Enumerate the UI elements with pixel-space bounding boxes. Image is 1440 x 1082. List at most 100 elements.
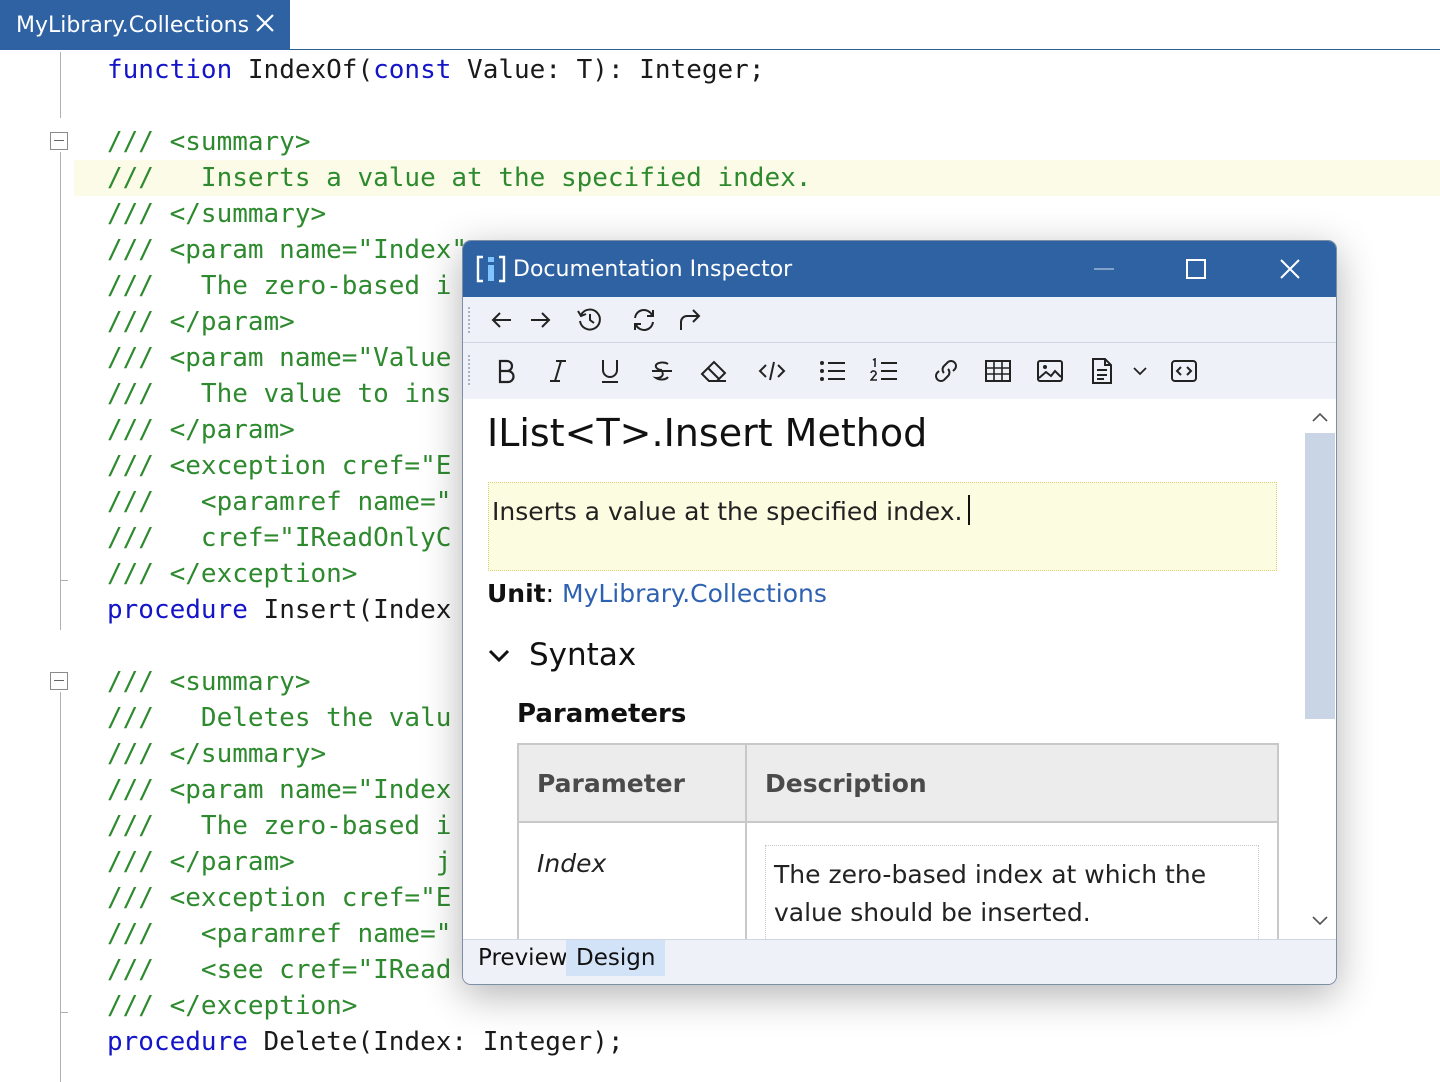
code-button[interactable] bbox=[755, 354, 789, 388]
code-token: IndexOf( bbox=[232, 55, 374, 85]
strikethrough-icon bbox=[652, 361, 672, 381]
comment-line: /// </exception> bbox=[107, 991, 358, 1021]
editor-tab[interactable]: MyLibrary.Collections bbox=[0, 0, 290, 50]
table-row: Index The zero-based index at which the … bbox=[517, 821, 1279, 939]
scroll-up-icon[interactable] bbox=[1311, 409, 1329, 427]
code-line: procedure Delete(Index: Integer); bbox=[107, 1024, 811, 1060]
image-icon bbox=[1037, 360, 1063, 382]
param-description[interactable]: The zero-based index at which the value … bbox=[765, 845, 1259, 939]
minimize-icon bbox=[1094, 268, 1114, 270]
keyword: procedure bbox=[107, 595, 248, 625]
documentation-inspector-window: Documentation Inspector IList<T>.Insert … bbox=[462, 240, 1337, 985]
refresh-icon bbox=[634, 309, 654, 331]
navigation-toolbar bbox=[463, 297, 1336, 343]
table-button[interactable] bbox=[981, 354, 1015, 388]
comment-line: /// </summary> bbox=[107, 199, 327, 229]
source-code-button[interactable] bbox=[1167, 354, 1201, 388]
history-icon bbox=[577, 308, 601, 331]
keyword: function bbox=[107, 55, 233, 85]
forward-button[interactable] bbox=[523, 303, 557, 337]
italic-icon bbox=[550, 360, 566, 382]
text-caret bbox=[968, 495, 971, 525]
link-button[interactable] bbox=[929, 354, 963, 388]
scrollbar-thumb[interactable] bbox=[1305, 433, 1335, 719]
document-button[interactable] bbox=[1085, 354, 1119, 388]
fold-toggle-icon[interactable] bbox=[50, 132, 68, 150]
toolbar-grip[interactable] bbox=[468, 307, 472, 333]
fold-guide bbox=[60, 692, 61, 1082]
bullet-list-button[interactable] bbox=[815, 354, 849, 388]
source-code-icon bbox=[1171, 360, 1197, 382]
close-button[interactable] bbox=[1244, 241, 1336, 297]
summary-editor[interactable]: Inserts a value at the specified index. bbox=[488, 482, 1277, 571]
redo-icon bbox=[680, 309, 701, 330]
inspector-app-icon bbox=[476, 255, 506, 283]
tab-design[interactable]: Design bbox=[566, 940, 666, 976]
syntax-heading: Syntax bbox=[529, 637, 637, 673]
unit-separator: : bbox=[545, 579, 555, 608]
chevron-down-icon bbox=[488, 649, 510, 663]
maximize-button[interactable] bbox=[1150, 241, 1242, 297]
document-content[interactable]: IList<T>.Insert Method Inserts a value a… bbox=[463, 399, 1303, 939]
fold-toggle-icon[interactable] bbox=[50, 672, 68, 690]
code-token: Delete(Index: Integer); bbox=[247, 1027, 624, 1057]
formatting-toolbar bbox=[463, 343, 1336, 399]
code-token: Value: T): Integer; bbox=[451, 55, 765, 85]
fold-end-marker bbox=[60, 580, 68, 581]
table-header-description: Description bbox=[745, 743, 1279, 823]
comment-line: /// Inserts a value at the specified ind… bbox=[107, 163, 812, 193]
parameters-table: Parameter Description Index The zero-bas… bbox=[517, 743, 1279, 939]
minimize-button[interactable] bbox=[1058, 241, 1150, 297]
param-name: Index bbox=[517, 821, 747, 939]
fold-end-marker bbox=[60, 1012, 68, 1013]
code-token: Insert(Index bbox=[247, 595, 452, 625]
redo-button[interactable] bbox=[673, 303, 707, 337]
numbered-list-button[interactable] bbox=[867, 354, 901, 388]
maximize-icon bbox=[1186, 259, 1206, 279]
refresh-button[interactable] bbox=[627, 303, 661, 337]
fold-guide bbox=[60, 52, 61, 118]
close-tab-icon[interactable] bbox=[254, 12, 276, 34]
keyword: procedure bbox=[107, 1027, 248, 1057]
toolbar-grip[interactable] bbox=[468, 355, 472, 385]
document-icon bbox=[1092, 358, 1112, 384]
close-icon bbox=[1280, 259, 1300, 279]
scroll-down-icon[interactable] bbox=[1311, 911, 1329, 929]
forward-arrow-icon bbox=[531, 312, 551, 328]
bullet-list-icon bbox=[820, 361, 845, 381]
italic-button[interactable] bbox=[541, 354, 575, 388]
strikethrough-button[interactable] bbox=[645, 354, 679, 388]
keyword: const bbox=[373, 55, 452, 85]
summary-text[interactable]: Inserts a value at the specified index. bbox=[492, 495, 971, 526]
unit-label: Unit bbox=[487, 579, 546, 608]
syntax-section-toggle[interactable]: Syntax bbox=[487, 637, 636, 673]
unit-line: Unit: MyLibrary.Collections bbox=[487, 579, 827, 608]
code-icon bbox=[758, 361, 786, 381]
chevron-down-icon bbox=[1133, 367, 1147, 376]
image-button[interactable] bbox=[1033, 354, 1067, 388]
eraser-icon bbox=[700, 360, 727, 382]
link-icon bbox=[935, 360, 957, 382]
editor-tab-bar: MyLibrary.Collections bbox=[0, 0, 1440, 50]
param-description-cell: The zero-based index at which the value … bbox=[745, 821, 1279, 939]
back-button[interactable] bbox=[485, 303, 519, 337]
vertical-scrollbar[interactable] bbox=[1303, 399, 1336, 939]
underline-button[interactable] bbox=[593, 354, 627, 388]
fold-guide bbox=[60, 152, 61, 630]
document-dropdown-button[interactable] bbox=[1123, 354, 1157, 388]
clear-format-button[interactable] bbox=[697, 354, 731, 388]
editor-tab-label: MyLibrary.Collections bbox=[16, 12, 250, 38]
view-tab-bar: Preview Design bbox=[463, 939, 1336, 984]
doc-title: IList<T>.Insert Method bbox=[487, 411, 928, 455]
back-arrow-icon bbox=[491, 312, 511, 328]
bold-icon bbox=[498, 359, 515, 384]
title-bar[interactable]: Documentation Inspector bbox=[463, 241, 1336, 297]
table-icon bbox=[985, 360, 1011, 382]
history-button[interactable] bbox=[573, 303, 607, 337]
unit-link[interactable]: MyLibrary.Collections bbox=[562, 579, 827, 608]
parameters-heading: Parameters bbox=[517, 699, 687, 729]
table-header-parameter: Parameter bbox=[517, 743, 747, 823]
tab-preview[interactable]: Preview bbox=[468, 940, 578, 976]
bold-button[interactable] bbox=[489, 354, 523, 388]
